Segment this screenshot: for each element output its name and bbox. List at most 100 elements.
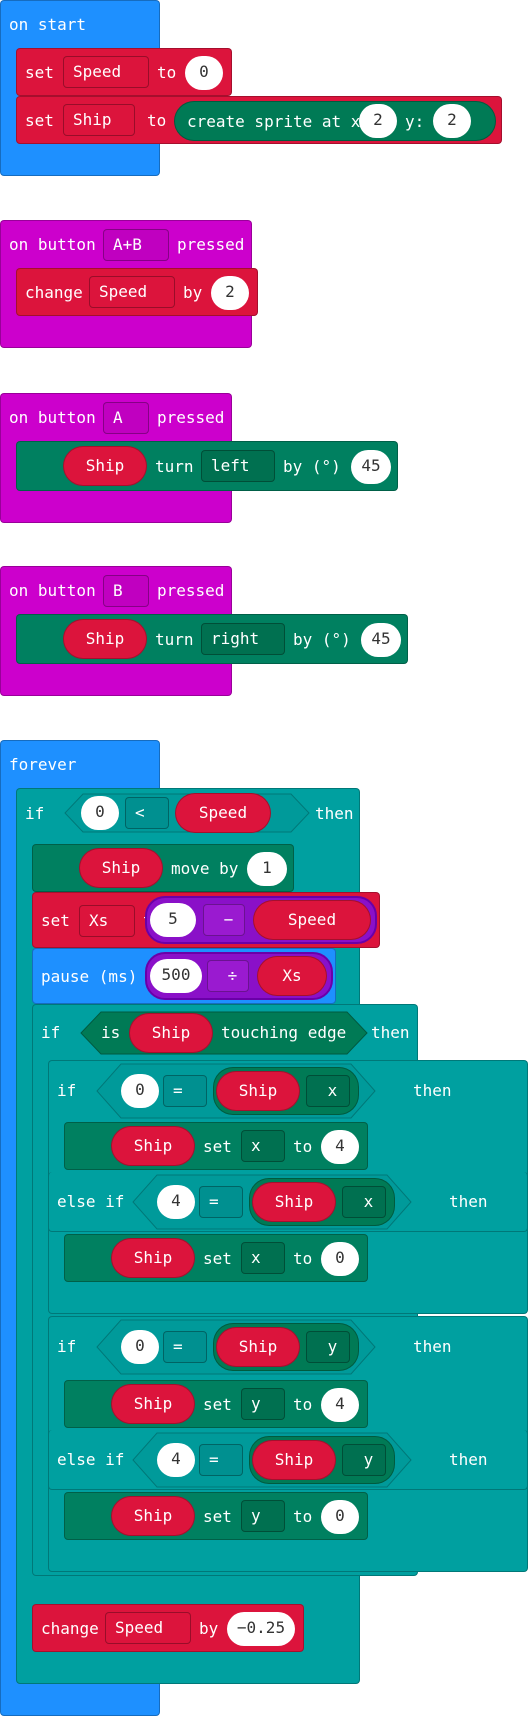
property-dropdown[interactable]: y [241,1388,285,1420]
button-dropdown[interactable]: B [103,575,149,607]
number-input[interactable]: 0 [185,56,223,90]
change-speed-block[interactable]: change Speed by −0.25 [32,1604,304,1652]
property-dropdown[interactable]: x [306,1075,350,1107]
then-keyword: then [315,804,354,823]
to-keyword: to [157,63,177,82]
subtract-reporter[interactable]: 5 − Speed [145,896,377,944]
variable-dropdown[interactable]: Xs [79,905,135,937]
operator-dropdown[interactable]: < [125,797,169,829]
direction-dropdown[interactable]: right [201,623,285,655]
ship-variable[interactable]: Ship [111,1126,195,1166]
number-input[interactable]: 2 [211,276,249,310]
set-x-4-block[interactable]: Ship set x to 4 [64,1122,368,1170]
then-keyword: then [449,1450,488,1469]
ship-variable[interactable]: Ship [63,446,147,486]
change-speed-block[interactable]: change Speed by 2 [16,268,258,316]
if-keyword: if [41,1023,61,1042]
set-xs-block[interactable]: set Xs to 5 − Speed [32,892,380,948]
left-number-input[interactable]: 5 [150,903,196,937]
sprite-property-reporter[interactable]: Ship y [249,1436,395,1484]
compare-operator-reporter[interactable]: 0 < Speed [63,793,311,833]
angle-input[interactable]: 45 [361,623,401,657]
compare-operator-reporter[interactable]: 0 = Ship x [95,1063,377,1119]
compare-operator-reporter[interactable]: 4 = Ship x [131,1174,413,1230]
turn-right-block[interactable]: Ship turn right by (°) 45 [16,614,408,664]
property-dropdown[interactable]: y [241,1500,285,1532]
sprite-property-reporter[interactable]: Ship x [249,1178,395,1226]
touching-edge-reporter[interactable]: is Ship touching edge [79,1011,369,1055]
by-degrees-label: by (°) [293,630,351,649]
left-number-input[interactable]: 0 [81,796,119,830]
else-if-y-row[interactable]: else if 4 = Ship y then [48,1430,528,1490]
ship-variable[interactable]: Ship [129,1013,213,1053]
variable-dropdown[interactable]: Speed [105,1612,191,1644]
ship-variable[interactable]: Ship [252,1440,336,1480]
ship-variable[interactable]: Ship [216,1071,300,1111]
property-dropdown[interactable]: y [306,1331,350,1363]
left-number-input[interactable]: 4 [157,1443,195,1477]
direction-dropdown[interactable]: left [201,450,275,482]
property-dropdown[interactable]: x [241,1242,285,1274]
change-keyword: change [41,1619,99,1638]
operator-dropdown[interactable]: = [163,1075,207,1107]
set-y-0-block[interactable]: Ship set y to 0 [64,1492,368,1540]
ship-variable[interactable]: Ship [79,848,163,888]
speed-variable[interactable]: Speed [253,900,371,940]
speed-variable[interactable]: Speed [175,793,271,833]
pressed-label: pressed [157,408,225,427]
compare-operator-reporter[interactable]: 0 = Ship y [95,1319,377,1375]
steps-input[interactable]: 1 [247,852,287,886]
number-input[interactable]: 0 [321,1242,359,1276]
ship-variable[interactable]: Ship [63,619,147,659]
by-degrees-label: by (°) [283,457,341,476]
sprite-property-reporter[interactable]: Ship x [213,1067,359,1115]
sprite-property-reporter[interactable]: Ship y [213,1323,359,1371]
number-input[interactable]: −0.25 [227,1612,295,1646]
left-number-input[interactable]: 0 [121,1074,159,1108]
ship-variable[interactable]: Ship [216,1327,300,1367]
y-input[interactable]: 2 [433,104,471,138]
button-dropdown[interactable]: A+B [103,229,169,261]
operator-dropdown[interactable]: = [163,1331,207,1363]
set-ship-block[interactable]: set Ship to create sprite at x: 2 y: 2 [16,96,502,144]
number-input[interactable]: 4 [321,1388,359,1422]
move-block[interactable]: Ship move by 1 [32,844,294,892]
left-number-input[interactable]: 500 [150,959,202,993]
ship-variable[interactable]: Ship [111,1496,195,1536]
left-number-input[interactable]: 4 [157,1185,195,1219]
to-keyword: to [147,111,167,130]
set-speed-block[interactable]: set Speed to 0 [16,48,232,96]
variable-dropdown[interactable]: Ship [63,104,135,136]
button-dropdown[interactable]: A [103,402,149,434]
number-input[interactable]: 0 [321,1500,359,1534]
create-sprite-label: create sprite at x: [187,112,371,131]
compare-operator-reporter[interactable]: 4 = Ship y [131,1432,413,1488]
variable-dropdown[interactable]: Speed [63,56,149,88]
set-keyword: set [25,111,54,130]
ship-variable[interactable]: Ship [111,1238,195,1278]
left-number-input[interactable]: 0 [121,1330,159,1364]
else-if-x-row[interactable]: else if 4 = Ship x then [48,1172,528,1232]
set-y-4-block[interactable]: Ship set y to 4 [64,1380,368,1428]
property-dropdown[interactable]: y [342,1444,386,1476]
x-input[interactable]: 2 [359,104,397,138]
operator-dropdown[interactable]: − [203,904,245,936]
xs-variable[interactable]: Xs [257,956,327,996]
operator-dropdown[interactable]: = [199,1186,243,1218]
angle-input[interactable]: 45 [351,450,391,484]
operator-dropdown[interactable]: ÷ [207,960,249,992]
ship-variable[interactable]: Ship [252,1182,336,1222]
else-if-keyword: else if [57,1192,125,1211]
divide-reporter[interactable]: 500 ÷ Xs [145,952,333,1000]
to-keyword: to [293,1507,313,1526]
turn-left-block[interactable]: Ship turn left by (°) 45 [16,441,398,491]
ship-variable[interactable]: Ship [111,1384,195,1424]
pause-block[interactable]: pause (ms) 500 ÷ Xs [32,948,336,1004]
set-x-0-block[interactable]: Ship set x to 0 [64,1234,368,1282]
operator-dropdown[interactable]: = [199,1444,243,1476]
create-sprite-reporter[interactable]: create sprite at x: 2 y: 2 [174,101,496,141]
number-input[interactable]: 4 [321,1130,359,1164]
property-dropdown[interactable]: x [342,1186,386,1218]
variable-dropdown[interactable]: Speed [89,276,175,308]
property-dropdown[interactable]: x [241,1130,285,1162]
